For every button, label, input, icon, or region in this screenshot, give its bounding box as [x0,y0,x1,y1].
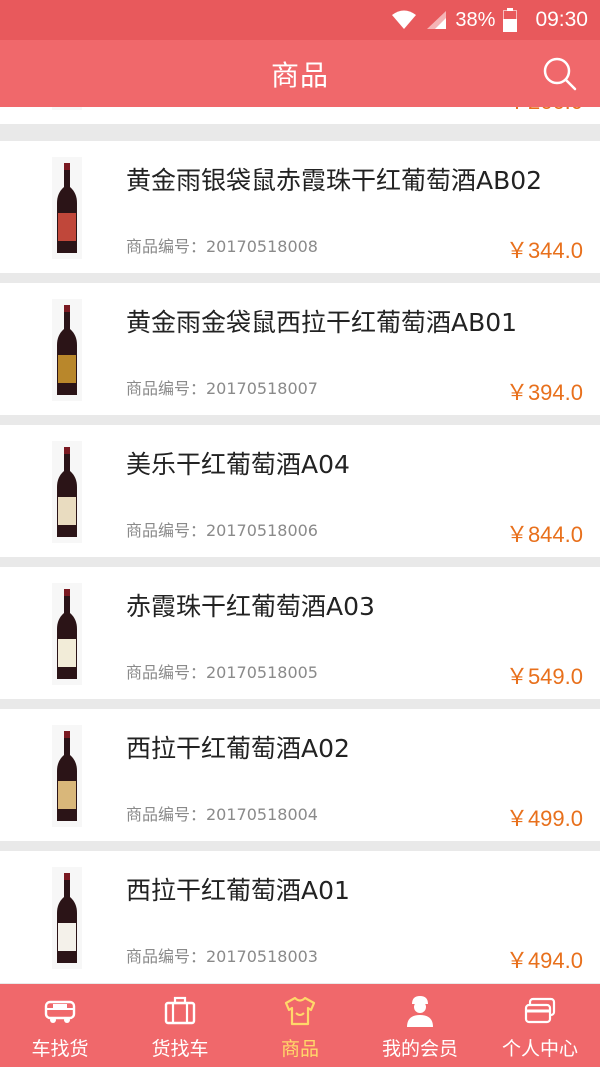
product-price: ￥494.0 [505,948,583,973]
product-thumbnail [52,583,82,685]
tab-my-members[interactable]: 我的会员 [360,984,480,1067]
product-thumbnail [52,867,82,969]
tab-label: 我的会员 [381,1038,458,1060]
product-thumbnail [52,299,82,401]
product-item[interactable]: 赤霞珠干红葡萄酒A03 商品编号：20170518005 ￥549.0 [0,567,600,699]
wine-bottle-icon [57,873,77,963]
wine-bottle-icon [57,731,77,821]
tab-label: 个人中心 [501,1038,578,1060]
product-name: 西拉干红葡萄酒A01 [126,876,350,905]
tab-car-find-goods[interactable]: 车找货 [0,984,120,1067]
tab-goods-find-car[interactable]: 货找车 [120,984,240,1067]
product-thumbnail [52,725,82,827]
product-item[interactable]: 黄金雨金袋鼠西拉干红葡萄酒AB01 商品编号：20170518007 ￥394.0 [0,283,600,415]
tab-label: 货找车 [151,1038,209,1060]
tshirt-icon [284,996,316,1026]
bottom-tab-bar: 车找货 货找车 商品 我的会员 个人中心 [0,984,600,1067]
product-code: 商品编号：20170518004 [126,805,318,824]
product-name: 赤霞珠干红葡萄酒A03 [126,592,375,621]
product-item[interactable]: 黄金雨银袋鼠赤霞珠干红葡萄酒AB02 商品编号：20170518008 ￥344.0 [0,141,600,273]
product-item[interactable]: 西拉干红葡萄酒A01 商品编号：20170518003 ￥494.0 [0,851,600,983]
battery-percent: 38% [455,8,496,31]
product-thumbnail [52,441,82,543]
wine-bottle-icon [57,589,77,679]
truck-icon [44,1000,76,1023]
product-code: 商品编号：20170518010 [126,107,318,108]
product-list[interactable]: 商品编号：20170518010 ￥266.0 黄金雨银袋鼠赤霞珠干红葡萄酒AB02… [0,107,600,984]
product-code: 商品编号：20170518006 [126,521,318,540]
clock-time: 09:30 [535,8,588,31]
product-code: 商品编号：20170518005 [126,663,318,682]
battery-icon [503,8,518,32]
tab-products[interactable]: 商品 [240,984,360,1067]
member-icon [407,996,433,1027]
product-name: 西拉干红葡萄酒A02 [126,734,350,763]
product-code: 商品编号：20170518008 [126,237,318,256]
product-name: 黄金雨银袋鼠赤霞珠干红葡萄酒AB02 [126,166,543,195]
product-item[interactable]: 商品编号：20170518010 ￥266.0 [0,107,600,124]
tab-label: 车找货 [31,1038,89,1060]
suitcase-icon [164,996,196,1025]
app-root: 38% 09:30 商品 商品编号：20170518010 ￥266.0 黄金雨银袋… [0,0,600,1067]
wine-bottle-icon [57,163,77,253]
title-bar: 商品 [0,40,600,107]
wine-bottle-icon [57,447,77,537]
cellular-signal-icon [425,10,447,30]
product-price: ￥394.0 [505,380,583,405]
wifi-icon [391,10,417,30]
product-thumbnail [52,157,82,259]
product-name: 黄金雨金袋鼠西拉干红葡萄酒AB01 [126,308,518,337]
product-name: 美乐干红葡萄酒A04 [126,450,350,479]
status-bar: 38% 09:30 [0,0,600,40]
wine-bottle-icon [57,305,77,395]
tab-personal-center[interactable]: 个人中心 [480,984,600,1067]
card-icon [524,997,556,1024]
product-price: ￥344.0 [505,238,583,263]
search-button[interactable] [542,56,578,92]
tab-label: 商品 [280,1038,319,1060]
search-icon [543,57,577,91]
product-price: ￥549.0 [505,664,583,689]
product-thumbnail [52,107,82,110]
product-price: ￥844.0 [505,522,583,547]
product-code: 商品编号：20170518007 [126,379,318,398]
product-price: ￥266.0 [506,107,583,116]
wine-bottle-icon [52,107,82,110]
page-title: 商品 [270,58,329,92]
product-code: 商品编号：20170518003 [126,947,318,966]
product-price: ￥499.0 [505,806,583,831]
product-item[interactable]: 美乐干红葡萄酒A04 商品编号：20170518006 ￥844.0 [0,425,600,557]
product-item[interactable]: 西拉干红葡萄酒A02 商品编号：20170518004 ￥499.0 [0,709,600,841]
